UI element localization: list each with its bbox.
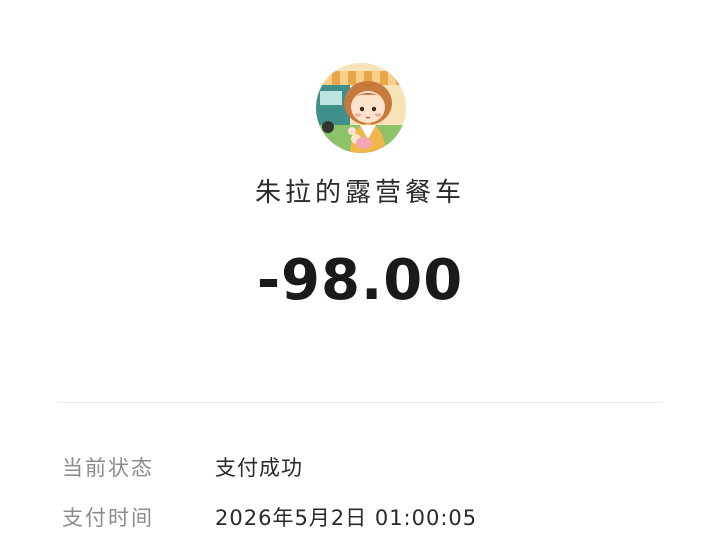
status-value: 支付成功 (215, 456, 303, 480)
merchant-name: 朱拉的露营餐车 (254, 178, 465, 208)
transaction-amount: -98.00 (256, 248, 464, 313)
merchant-avatar-icon (316, 63, 406, 153)
status-label: 当前状态 (62, 456, 154, 480)
payment-time-value: 2026年5月2日 01:00:05 (215, 506, 478, 530)
transaction-detail-page: 朱拉的露营餐车 -98.00 当前状态 支付成功 支付时间 2026年5月2日 … (0, 0, 720, 540)
detail-row-payment-time: 支付时间 2026年5月2日 01:00:05 (58, 502, 678, 534)
payment-time-label: 支付时间 (62, 506, 154, 530)
divider (58, 402, 662, 403)
detail-row-status: 当前状态 支付成功 (58, 452, 678, 484)
merchant-avatar[interactable] (316, 63, 406, 153)
